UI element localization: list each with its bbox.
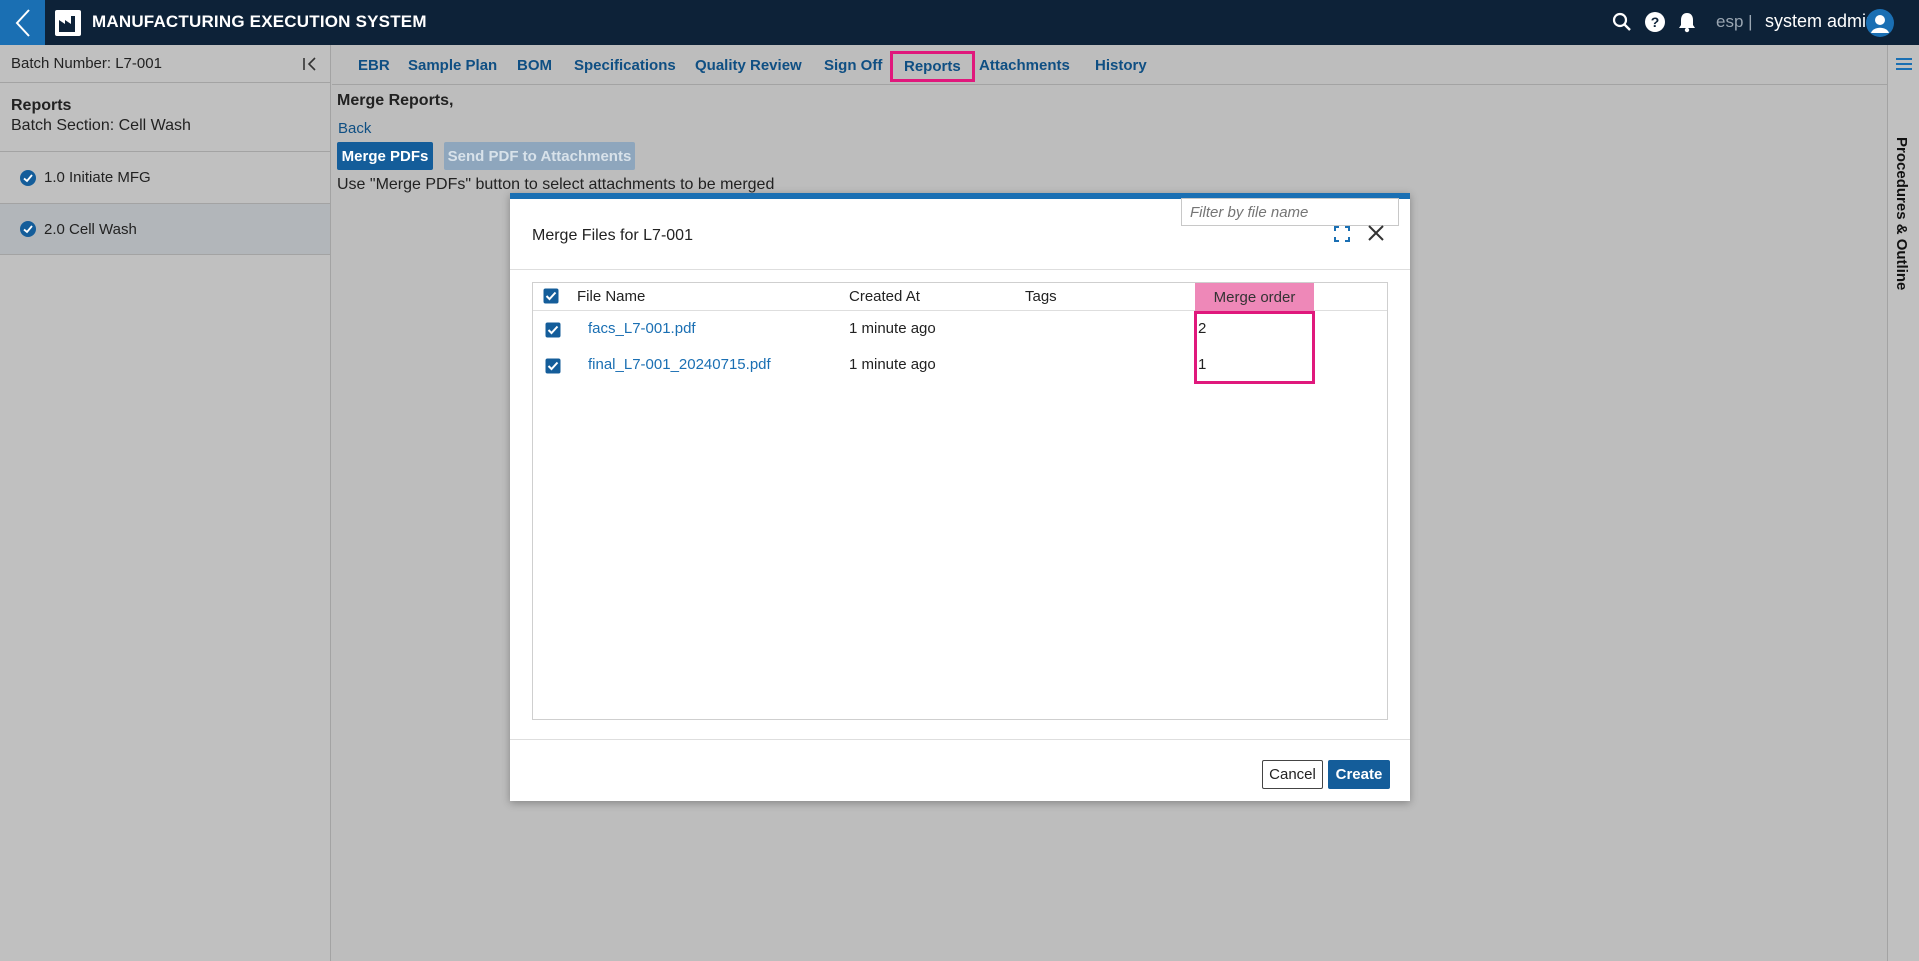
tab-reports[interactable]: Reports (890, 51, 975, 82)
search-icon[interactable] (1611, 11, 1633, 33)
section-item-cell-wash[interactable]: 2.0 Cell Wash (0, 203, 330, 255)
reports-content: Merge Reports, Back (337, 92, 453, 137)
modal-footer-divider (510, 739, 1410, 740)
tenant-label: esp | (1716, 12, 1753, 31)
list-menu-icon[interactable] (1894, 55, 1914, 73)
tab-bar: EBR Sample Plan BOM Specifications Quali… (332, 45, 1887, 85)
left-panel: Batch Number: L7-001 Reports Batch Secti… (0, 45, 331, 961)
tab-attachments[interactable]: Attachments (973, 53, 1076, 78)
section-subtitle: Batch Section: Cell Wash (11, 117, 191, 134)
check-circle-icon (20, 169, 36, 186)
cancel-button[interactable]: Cancel (1262, 760, 1323, 789)
merge-order-highlight (1194, 311, 1315, 384)
batch-number: Batch Number: L7-001 (11, 55, 162, 72)
column-file-name[interactable]: File Name (577, 288, 645, 305)
procedures-outline-toggle[interactable]: Procedures & Outline (1893, 137, 1910, 290)
avatar[interactable] (1866, 9, 1894, 37)
tab-quality-review[interactable]: Quality Review (689, 53, 808, 78)
send-pdf-to-attachments-button: Send PDF to Attachments (444, 142, 635, 170)
check-circle-icon (20, 221, 36, 237)
merge-pdfs-button[interactable]: Merge PDFs (337, 142, 433, 170)
page-heading: Merge Reports, (337, 92, 454, 109)
section-item-label: 1.0 Initiate MFG (44, 169, 151, 186)
row-checkbox[interactable] (545, 322, 561, 338)
modal-title: Merge Files for L7-001 (532, 227, 693, 244)
tab-ebr[interactable]: EBR (352, 53, 396, 78)
files-table: File Name Created At Tags Merge order fa… (532, 282, 1388, 720)
merge-files-modal: Merge Files for L7-001 File Name Created… (510, 193, 1410, 801)
back-link[interactable]: Back (338, 120, 453, 137)
create-button[interactable]: Create (1328, 760, 1390, 789)
file-name-link[interactable]: final_L7-001_20240715.pdf (588, 356, 771, 373)
user-icon (1871, 15, 1889, 33)
section-info: Reports Batch Section: Cell Wash (11, 97, 191, 135)
modal-divider (510, 269, 1410, 270)
help-icon[interactable]: ? (1644, 11, 1666, 33)
tab-sign-off[interactable]: Sign Off (818, 53, 888, 78)
app-title: MANUFACTURING EXECUTION SYSTEM (92, 12, 427, 31)
table-header: File Name Created At Tags Merge order (533, 283, 1387, 311)
right-rail: Procedures & Outline (1887, 45, 1919, 961)
expand-icon[interactable] (1333, 225, 1351, 243)
filter-input[interactable] (1181, 198, 1399, 226)
tab-bom[interactable]: BOM (511, 53, 558, 78)
batch-header: Batch Number: L7-001 (0, 45, 330, 83)
select-all-checkbox[interactable] (543, 288, 559, 304)
section-title: Reports (11, 97, 72, 114)
created-at-value: 1 minute ago (849, 356, 936, 373)
svg-text:?: ? (1651, 14, 1660, 30)
close-icon[interactable] (1366, 223, 1386, 243)
column-tags[interactable]: Tags (1025, 288, 1057, 305)
chevron-left-icon (15, 8, 30, 37)
file-name-link[interactable]: facs_L7-001.pdf (588, 320, 696, 337)
back-button[interactable] (0, 0, 45, 45)
collapse-panel-icon[interactable] (300, 54, 320, 74)
bell-icon[interactable] (1676, 11, 1698, 33)
column-created-at[interactable]: Created At (849, 288, 920, 305)
tab-history[interactable]: History (1089, 53, 1153, 78)
user-name[interactable]: system admin (1765, 11, 1876, 32)
created-at-value: 1 minute ago (849, 320, 936, 337)
factory-logo-icon (55, 10, 81, 36)
section-item-initiate-mfg[interactable]: 1.0 Initiate MFG (0, 151, 330, 203)
tab-sample-plan[interactable]: Sample Plan (402, 53, 503, 78)
top-bar: MANUFACTURING EXECUTION SYSTEM ? esp | s… (0, 0, 1919, 45)
section-item-label: 2.0 Cell Wash (44, 220, 137, 238)
column-merge-order[interactable]: Merge order (1195, 283, 1314, 311)
tab-specifications[interactable]: Specifications (568, 53, 682, 78)
merge-hint-text: Use "Merge PDFs" button to select attach… (337, 176, 775, 193)
row-checkbox[interactable] (545, 358, 561, 374)
